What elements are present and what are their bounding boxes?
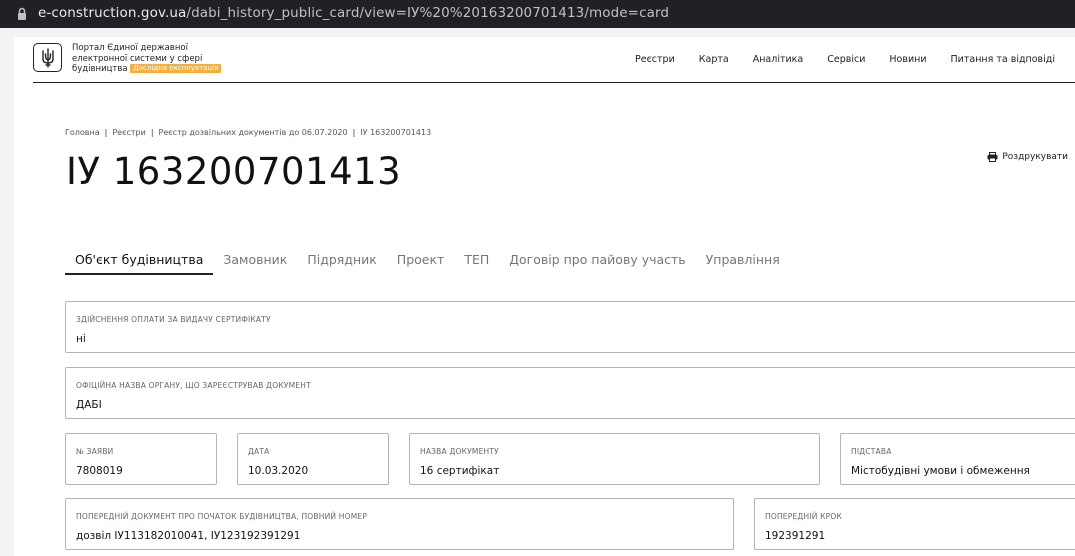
nav-news[interactable]: Новини — [889, 54, 926, 65]
field-label: Дата — [248, 447, 270, 456]
tab-contractor[interactable]: Підрядник — [297, 252, 386, 275]
page-gutter — [0, 37, 14, 556]
field-payment: Здійснення оплати за видачу сертифікату … — [65, 301, 1075, 353]
page-title: ІУ 163200701413 — [66, 150, 402, 193]
print-button[interactable]: Роздрукувати — [987, 152, 1068, 162]
field-date: Дата 10.03.2020 — [237, 433, 389, 485]
tab-tep[interactable]: ТЕП — [454, 252, 499, 275]
field-label: Попередній крок — [765, 512, 842, 521]
portal-title-line3: будівництва — [72, 64, 128, 74]
portal-title-line2: електронної системи у сфері — [72, 53, 203, 64]
printer-icon — [987, 152, 998, 162]
field-label: № заяви — [76, 447, 114, 456]
field-value: 10.03.2020 — [248, 465, 309, 477]
portal-title-line1: Портал Єдиної державної — [72, 43, 188, 53]
portal-title[interactable]: Портал Єдиної державної електронної сист… — [72, 43, 222, 75]
url-text[interactable]: e-construction.gov.ua/dabi_history_publi… — [38, 5, 669, 21]
field-label: Назва документу — [420, 447, 499, 456]
url-host: e-construction.gov.ua — [38, 5, 187, 21]
trident-icon — [42, 48, 54, 68]
nav-services[interactable]: Сервіси — [827, 54, 865, 65]
field-application-number: № заяви 7808019 — [65, 433, 217, 485]
breadcrumb-registry[interactable]: Реєстр дозвільних документів до 06.07.20… — [159, 128, 348, 137]
breadcrumb-current: ІУ 163200701413 — [360, 128, 432, 137]
nav-analytics[interactable]: Аналітика — [753, 54, 804, 65]
beta-badge: Дослідна експлуатація — [130, 64, 222, 73]
breadcrumb-separator: | — [104, 128, 108, 137]
field-previous-document: Попередній документ про початок будівниц… — [65, 498, 734, 550]
field-value: ні — [76, 333, 86, 345]
nav-faq[interactable]: Питання та відповіді — [951, 54, 1055, 65]
trident-logo[interactable] — [33, 43, 62, 72]
field-value: дозвіл ІУ113182010041, ІУ123192391291 — [76, 530, 301, 542]
field-value: ДАБІ — [76, 399, 102, 411]
field-value: 192391291 — [765, 530, 826, 542]
field-label: Попередній документ про початок будівниц… — [76, 512, 368, 521]
browser-toolbar-strip — [0, 28, 1075, 37]
browser-address-bar[interactable]: e-construction.gov.ua/dabi_history_publi… — [0, 0, 1075, 28]
nav-registries[interactable]: Реєстри — [635, 54, 675, 65]
nav-map[interactable]: Карта — [699, 54, 729, 65]
field-value: 16 сертифікат — [420, 465, 500, 477]
field-basis: Підстава Містобудівні умови і обмеження — [840, 433, 1075, 485]
field-previous-step: Попередній крок 192391291 — [754, 498, 1075, 550]
breadcrumb-registries[interactable]: Реєстри — [112, 128, 145, 137]
field-value: 7808019 — [76, 465, 123, 477]
tab-management[interactable]: Управління — [696, 252, 790, 275]
tab-project[interactable]: Проект — [387, 252, 455, 275]
field-document-name: Назва документу 16 сертифікат — [409, 433, 820, 485]
field-value: Містобудівні умови і обмеження — [851, 465, 1030, 477]
field-label: Здійснення оплати за видачу сертифікату — [76, 315, 271, 324]
header-divider — [33, 82, 1075, 83]
tab-construction-object[interactable]: Об'єкт будівництва — [65, 252, 214, 275]
breadcrumb-home[interactable]: Головна — [65, 128, 100, 137]
breadcrumb-separator: | — [352, 128, 356, 137]
breadcrumb-separator: | — [150, 128, 154, 137]
field-registering-organ: Офіційна назва органу, що зареєстрував д… — [65, 367, 1075, 419]
print-label: Роздрукувати — [1002, 152, 1068, 162]
breadcrumb: Головна | Реєстри | Реєстр дозвільних докуме… — [65, 128, 431, 137]
main-nav: Реєстри Карта Аналітика Сервіси Новини П… — [635, 54, 1055, 65]
field-label: Підстава — [851, 447, 892, 456]
tab-customer[interactable]: Замовник — [213, 252, 297, 275]
lock-icon — [18, 7, 26, 20]
url-path: /dabi_history_public_card/view=ІУ%20%201… — [186, 5, 670, 21]
field-label: Офіційна назва органу, що зареєстрував д… — [76, 381, 311, 390]
tab-shared-contract[interactable]: Договір про пайову участь — [499, 252, 695, 275]
tab-bar: Об'єкт будівництва Замовник Підрядник Пр… — [65, 252, 790, 275]
